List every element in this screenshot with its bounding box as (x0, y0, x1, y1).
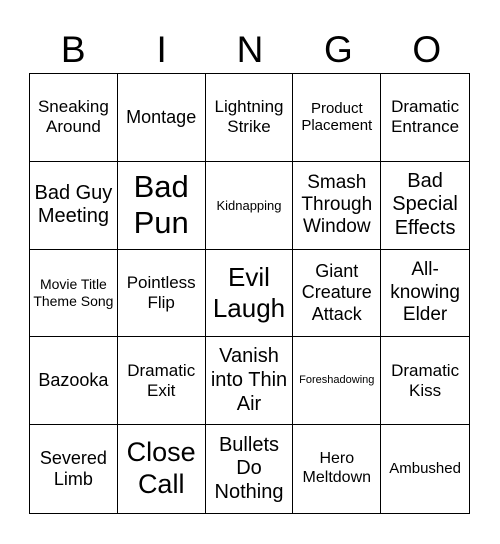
bingo-header: B I N G O (29, 26, 471, 74)
bingo-cell[interactable]: Close Call (118, 425, 206, 513)
bingo-cell[interactable]: Hero Meltdown (293, 425, 382, 513)
header-letter-b: B (60, 29, 86, 70)
bingo-cell[interactable]: Product Placement (293, 74, 382, 162)
bingo-cell[interactable]: Giant Creature Attack (293, 249, 382, 338)
bingo-cell[interactable]: Evil Laugh (205, 249, 294, 338)
bingo-cell[interactable]: Severed Limb (30, 425, 118, 513)
bingo-cell[interactable]: Dramatic Kiss (381, 337, 469, 426)
bingo-cell[interactable]: Lightning Strike (205, 74, 294, 162)
bingo-cell[interactable]: Bad Guy Meeting (30, 161, 118, 250)
bingo-cell[interactable]: Movie Title Theme Song (30, 249, 118, 338)
bingo-cell[interactable]: Foreshadowing (293, 337, 382, 426)
header-letter-o: O (412, 29, 442, 70)
bingo-cell[interactable]: Montage (117, 74, 206, 162)
bingo-cell[interactable]: Sneaking Around (30, 74, 118, 162)
bingo-card: Sneaking Around Montage Lightning Strike… (29, 73, 470, 514)
bingo-cell[interactable]: Ambushed (381, 425, 469, 513)
header-letter-i: I (156, 29, 167, 70)
bingo-cell[interactable]: Bad Pun (117, 161, 206, 250)
bingo-cell[interactable]: Kidnapping (205, 161, 294, 250)
header-letter-n: N (236, 29, 264, 70)
bingo-cell[interactable]: Bazooka (30, 337, 118, 426)
bingo-cell[interactable]: Pointless Flip (117, 249, 206, 338)
bingo-cell[interactable]: Bad Special Effects (381, 162, 469, 250)
bingo-cell[interactable]: Dramatic Entrance (381, 74, 469, 162)
bingo-cell[interactable]: Bullets Do Nothing (206, 425, 294, 513)
header-letter-g: G (324, 29, 353, 70)
bingo-cell[interactable]: All-knowing Elder (381, 250, 469, 338)
bingo-cell[interactable]: Smash Through Window (293, 161, 382, 250)
bingo-cell[interactable]: Dramatic Exit (117, 337, 206, 426)
bingo-cell[interactable]: Vanish into Thin Air (205, 337, 294, 426)
